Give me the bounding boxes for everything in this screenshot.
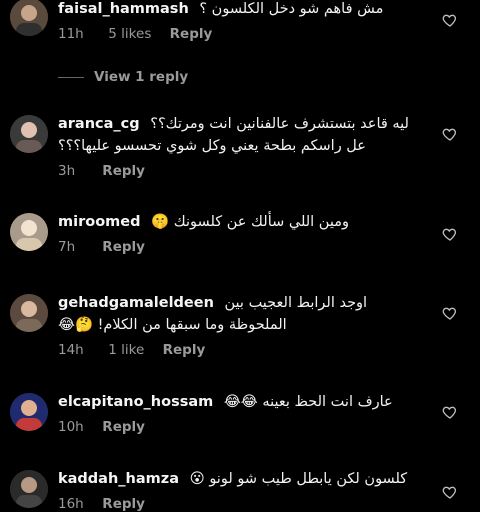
comment-time: 11h — [58, 26, 84, 42]
comment-time: 10h — [58, 419, 84, 435]
comment-username[interactable]: elcapitano_hossam — [58, 394, 213, 410]
comment-username[interactable]: aranca_cg — [58, 116, 140, 132]
heart-outline-icon[interactable] — [442, 226, 458, 242]
comment-meta: 11h 5 likes Reply — [58, 26, 430, 42]
comment-time: 3h — [58, 163, 76, 179]
replies-divider — [58, 76, 84, 78]
reply-button[interactable]: Reply — [102, 163, 145, 179]
heart-outline-icon[interactable] — [442, 305, 458, 321]
comment-text: ومين اللي سألك عن كلسونك 🤫 — [151, 214, 349, 230]
reply-button[interactable]: Reply — [102, 496, 145, 512]
comment-text-line2: عل راسكم بطحة يعني وكل شوي تحسسو عليها؟؟… — [58, 138, 366, 154]
comment-likes[interactable]: 5 likes — [108, 26, 151, 42]
comment-meta: 7h Reply — [58, 239, 430, 255]
avatar[interactable] — [10, 393, 48, 431]
view-replies-button[interactable]: View 1 reply — [58, 69, 188, 87]
comment-text: عارف انت الحظ بعينه 😂😂 — [223, 394, 393, 410]
avatar[interactable] — [10, 115, 48, 153]
reply-button[interactable]: Reply — [170, 26, 213, 42]
reply-button[interactable]: Reply — [163, 342, 206, 358]
comment-username[interactable]: kaddah_hamza — [58, 471, 179, 487]
comment-text: ليه قاعد بتستشرف عالفنانين انت ومرتك؟؟ — [150, 116, 409, 132]
view-replies-label[interactable]: View 1 reply — [94, 69, 188, 85]
heart-outline-icon[interactable] — [442, 484, 458, 500]
comment-meta: 16h Reply — [58, 496, 430, 512]
avatar[interactable] — [10, 213, 48, 251]
comment-text-line2: الملحوظة وما سبقها من الكلام! 🤔😂 — [58, 317, 287, 333]
heart-outline-icon[interactable] — [442, 12, 458, 28]
reply-button[interactable]: Reply — [102, 239, 145, 255]
comment-time: 7h — [58, 239, 76, 255]
comment-username[interactable]: faisal_hammash — [58, 1, 189, 17]
comment-username[interactable]: gehadgamaleldeen — [58, 295, 214, 311]
comment-meta: 3h Reply — [58, 163, 430, 179]
comment-text: اوجد الرابط العجيب بين — [224, 295, 368, 311]
comment-time: 14h — [58, 342, 84, 358]
comment-meta: 14h 1 like Reply — [58, 342, 430, 358]
avatar[interactable] — [10, 294, 48, 332]
avatar[interactable] — [10, 470, 48, 508]
comment-text: مش فاهم شو دخل الكلسون ؟ — [199, 1, 384, 17]
heart-outline-icon[interactable] — [442, 404, 458, 420]
comment-text: كلسون لكن يابطل طيب شو لونو 😮 — [189, 471, 408, 487]
avatar[interactable] — [10, 0, 48, 36]
comment-meta: 10h Reply — [58, 419, 430, 435]
comment-likes[interactable]: 1 like — [108, 342, 144, 358]
comment-username[interactable]: miroomed — [58, 214, 140, 230]
reply-button[interactable]: Reply — [102, 419, 145, 435]
heart-outline-icon[interactable] — [442, 126, 458, 142]
comment-time: 16h — [58, 496, 84, 512]
